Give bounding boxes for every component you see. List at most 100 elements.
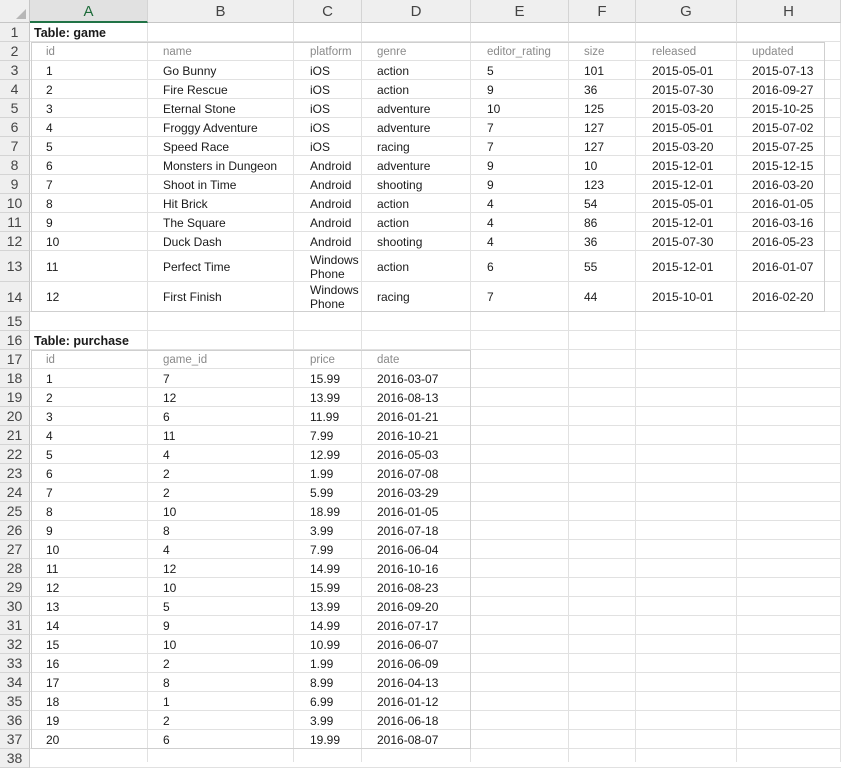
purchase-table-cell[interactable]: 11	[148, 426, 294, 445]
game-table-cell[interactable]: 36	[569, 232, 636, 251]
game-table-cell[interactable]: 2015-07-30	[636, 232, 737, 251]
purchase-table-cell[interactable]: 6	[148, 407, 294, 426]
purchase-table-cell[interactable]: 8	[148, 673, 294, 692]
game-table-cell[interactable]: 86	[569, 213, 636, 232]
row-header[interactable]: 19	[0, 388, 30, 407]
row-header[interactable]: 12	[0, 232, 30, 251]
game-table-cell[interactable]: 54	[569, 194, 636, 213]
row-header[interactable]: 32	[0, 635, 30, 654]
purchase-table-cell[interactable]: 6	[148, 730, 294, 749]
game-column-header[interactable]: name	[148, 42, 294, 61]
purchase-table-cell[interactable]: 20	[30, 730, 148, 749]
game-table-title[interactable]: Table: game	[30, 23, 230, 42]
purchase-table-cell[interactable]: 8.99	[294, 673, 362, 692]
purchase-table-cell[interactable]: 3	[30, 407, 148, 426]
purchase-table-cell[interactable]: 5	[30, 445, 148, 464]
game-table-cell[interactable]: 2015-03-20	[636, 137, 737, 156]
game-table-cell[interactable]: 2015-05-01	[636, 118, 737, 137]
game-table-cell[interactable]: The Square	[148, 213, 294, 232]
game-table-cell[interactable]: 5	[30, 137, 148, 156]
row-header[interactable]: 26	[0, 521, 30, 540]
purchase-table-cell[interactable]: 2016-04-13	[362, 673, 471, 692]
purchase-table-cell[interactable]: 2016-08-13	[362, 388, 471, 407]
purchase-table-cell[interactable]: 10	[148, 635, 294, 654]
game-column-header[interactable]: id	[30, 42, 148, 61]
game-table-cell[interactable]: 2015-10-01	[636, 282, 737, 312]
purchase-column-header[interactable]: price	[294, 350, 362, 369]
game-table-cell[interactable]: 4	[30, 118, 148, 137]
column-header-g[interactable]: G	[636, 0, 737, 23]
spreadsheet-grid[interactable]: A B C D E F G H 1 2 3 4 5 6 7 8 9 10 11 12 13 14 15 16 17 18 19 20 2…	[0, 0, 841, 768]
purchase-table-cell[interactable]: 3.99	[294, 521, 362, 540]
row-header[interactable]: 10	[0, 194, 30, 213]
game-table-cell[interactable]: 2015-05-01	[636, 61, 737, 80]
game-table-cell[interactable]: 5	[471, 61, 569, 80]
game-table-cell[interactable]: 127	[569, 118, 636, 137]
game-table-cell[interactable]: iOS	[294, 61, 362, 80]
game-table-cell[interactable]: 9	[30, 213, 148, 232]
purchase-table-cell[interactable]: 12.99	[294, 445, 362, 464]
column-header-e[interactable]: E	[471, 0, 569, 23]
purchase-table-cell[interactable]: 15.99	[294, 578, 362, 597]
game-column-header[interactable]: genre	[362, 42, 471, 61]
purchase-table-cell[interactable]: 2	[148, 654, 294, 673]
row-header[interactable]: 5	[0, 99, 30, 118]
purchase-table-cell[interactable]: 15.99	[294, 369, 362, 388]
game-table-cell[interactable]: Android	[294, 194, 362, 213]
game-table-cell[interactable]: 9	[471, 156, 569, 175]
game-table-cell[interactable]: 10	[569, 156, 636, 175]
purchase-table-cell[interactable]: 11	[30, 559, 148, 578]
purchase-table-cell[interactable]: 7	[148, 369, 294, 388]
game-table-cell[interactable]: adventure	[362, 118, 471, 137]
purchase-table-cell[interactable]: 7.99	[294, 540, 362, 559]
row-header[interactable]: 3	[0, 61, 30, 80]
game-table-cell[interactable]: action	[362, 194, 471, 213]
purchase-table-cell[interactable]: 15	[30, 635, 148, 654]
game-column-header[interactable]: platform	[294, 42, 362, 61]
row-header[interactable]: 14	[0, 282, 30, 312]
purchase-table-cell[interactable]: 10	[30, 540, 148, 559]
game-table-cell[interactable]: Android	[294, 232, 362, 251]
purchase-table-cell[interactable]: 13.99	[294, 388, 362, 407]
purchase-table-cell[interactable]: 2016-01-12	[362, 692, 471, 711]
column-header-a[interactable]: A	[30, 0, 148, 23]
row-header[interactable]: 4	[0, 80, 30, 99]
game-table-cell[interactable]: 2015-07-02	[737, 118, 841, 137]
purchase-table-cell[interactable]: 3.99	[294, 711, 362, 730]
purchase-column-header[interactable]: id	[30, 350, 148, 369]
purchase-table-cell[interactable]: 10	[148, 578, 294, 597]
game-table-cell[interactable]: action	[362, 213, 471, 232]
game-table-cell[interactable]: 6	[30, 156, 148, 175]
purchase-table-cell[interactable]: 8	[30, 502, 148, 521]
purchase-table-cell[interactable]: 10	[148, 502, 294, 521]
purchase-table-cell[interactable]: 2	[148, 483, 294, 502]
column-header-d[interactable]: D	[362, 0, 471, 23]
purchase-table-cell[interactable]: 2016-01-05	[362, 502, 471, 521]
purchase-table-cell[interactable]: 2016-06-07	[362, 635, 471, 654]
row-header[interactable]: 23	[0, 464, 30, 483]
game-table-cell[interactable]: 123	[569, 175, 636, 194]
game-table-cell[interactable]: 55	[569, 251, 636, 282]
game-table-cell[interactable]: 1	[30, 61, 148, 80]
row-header[interactable]: 33	[0, 654, 30, 673]
game-table-cell[interactable]: 3	[30, 99, 148, 118]
row-header[interactable]: 34	[0, 673, 30, 692]
purchase-table-cell[interactable]: 11.99	[294, 407, 362, 426]
purchase-table-cell[interactable]: 2016-06-09	[362, 654, 471, 673]
purchase-table-cell[interactable]: 2016-06-04	[362, 540, 471, 559]
purchase-table-cell[interactable]: 2016-06-18	[362, 711, 471, 730]
row-header[interactable]: 16	[0, 331, 30, 350]
row-header[interactable]: 2	[0, 42, 30, 61]
game-column-header[interactable]: editor_rating	[471, 42, 569, 61]
purchase-table-cell[interactable]: 2016-05-03	[362, 445, 471, 464]
game-table-cell[interactable]: 2016-09-27	[737, 80, 841, 99]
purchase-table-title[interactable]: Table: purchase	[30, 331, 230, 350]
game-table-cell[interactable]: iOS	[294, 137, 362, 156]
purchase-table-cell[interactable]: 2	[148, 711, 294, 730]
row-header[interactable]: 25	[0, 502, 30, 521]
game-table-cell[interactable]: 11	[30, 251, 148, 282]
row-header[interactable]: 29	[0, 578, 30, 597]
purchase-table-cell[interactable]: 1.99	[294, 464, 362, 483]
row-header[interactable]: 11	[0, 213, 30, 232]
game-table-cell[interactable]: 10	[30, 232, 148, 251]
